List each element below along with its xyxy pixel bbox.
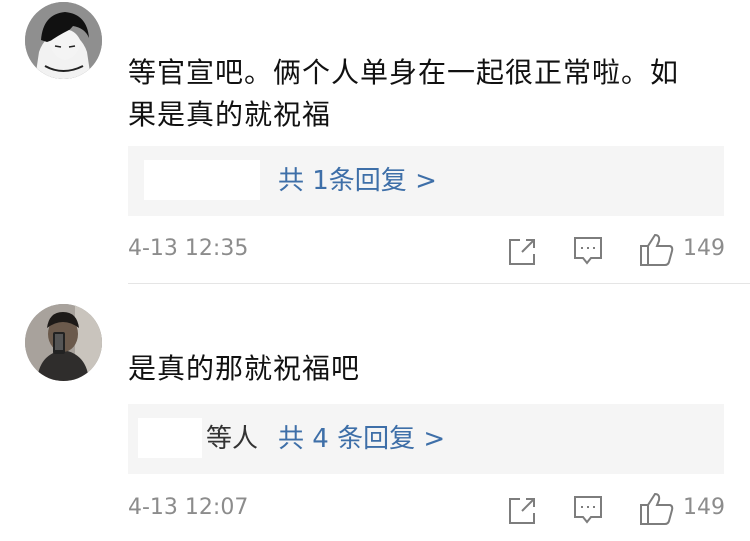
like-button[interactable] bbox=[638, 491, 676, 527]
comment-text: 是真的那就祝福吧 bbox=[128, 348, 720, 390]
like-count: 149 bbox=[683, 495, 725, 520]
comment-text-line: 是真的那就祝福吧 bbox=[128, 352, 361, 385]
comment-timestamp: 4-13 12:07 bbox=[128, 495, 249, 520]
like-icon bbox=[640, 233, 674, 266]
like-button[interactable] bbox=[638, 232, 676, 268]
avatar-drawing-icon bbox=[25, 2, 102, 79]
share-button[interactable] bbox=[506, 491, 536, 527]
reply-preview-box[interactable]: 等人 共 4 条回复 > bbox=[128, 404, 724, 474]
reply-preview-box[interactable]: 共 1条回复 > bbox=[128, 146, 724, 216]
comment-button[interactable] bbox=[572, 232, 604, 268]
comment-text: 等官宣吧。俩个人单身在一起很正常啦。如 果是真的就祝福 bbox=[128, 52, 720, 136]
comment-text-line: 果是真的就祝福 bbox=[128, 98, 332, 131]
like-icon bbox=[640, 492, 674, 525]
view-replies-link[interactable]: 共 4 条回复 > bbox=[278, 422, 445, 456]
comment-item: 是真的那就祝福吧 等人 共 4 条回复 > 4-13 12:07 149 bbox=[0, 284, 750, 541]
redacted-username bbox=[138, 418, 202, 458]
avatar-photo-icon bbox=[25, 304, 102, 381]
share-icon bbox=[509, 498, 535, 524]
view-replies-link[interactable]: 共 1条回复 > bbox=[278, 164, 437, 198]
comment-button[interactable] bbox=[572, 491, 604, 527]
reply-users-suffix: 等人 bbox=[206, 424, 259, 454]
comment-meta-row: 4-13 12:07 149 bbox=[128, 491, 728, 527]
comment-meta-row: 4-13 12:35 149 bbox=[128, 232, 728, 268]
redacted-username bbox=[144, 160, 260, 200]
user-avatar[interactable] bbox=[25, 2, 102, 79]
comment-text-line: 等官宣吧。俩个人单身在一起很正常啦。如 bbox=[128, 56, 680, 89]
user-avatar[interactable] bbox=[25, 304, 102, 381]
comment-timestamp: 4-13 12:35 bbox=[128, 236, 249, 261]
comment-icon bbox=[574, 237, 602, 265]
share-button[interactable] bbox=[506, 232, 536, 268]
share-icon bbox=[509, 239, 535, 265]
comment-icon bbox=[574, 496, 602, 524]
like-count: 149 bbox=[683, 236, 725, 261]
comment-item: 等官宣吧。俩个人单身在一起很正常啦。如 果是真的就祝福 共 1条回复 > 4-1… bbox=[0, 0, 750, 283]
